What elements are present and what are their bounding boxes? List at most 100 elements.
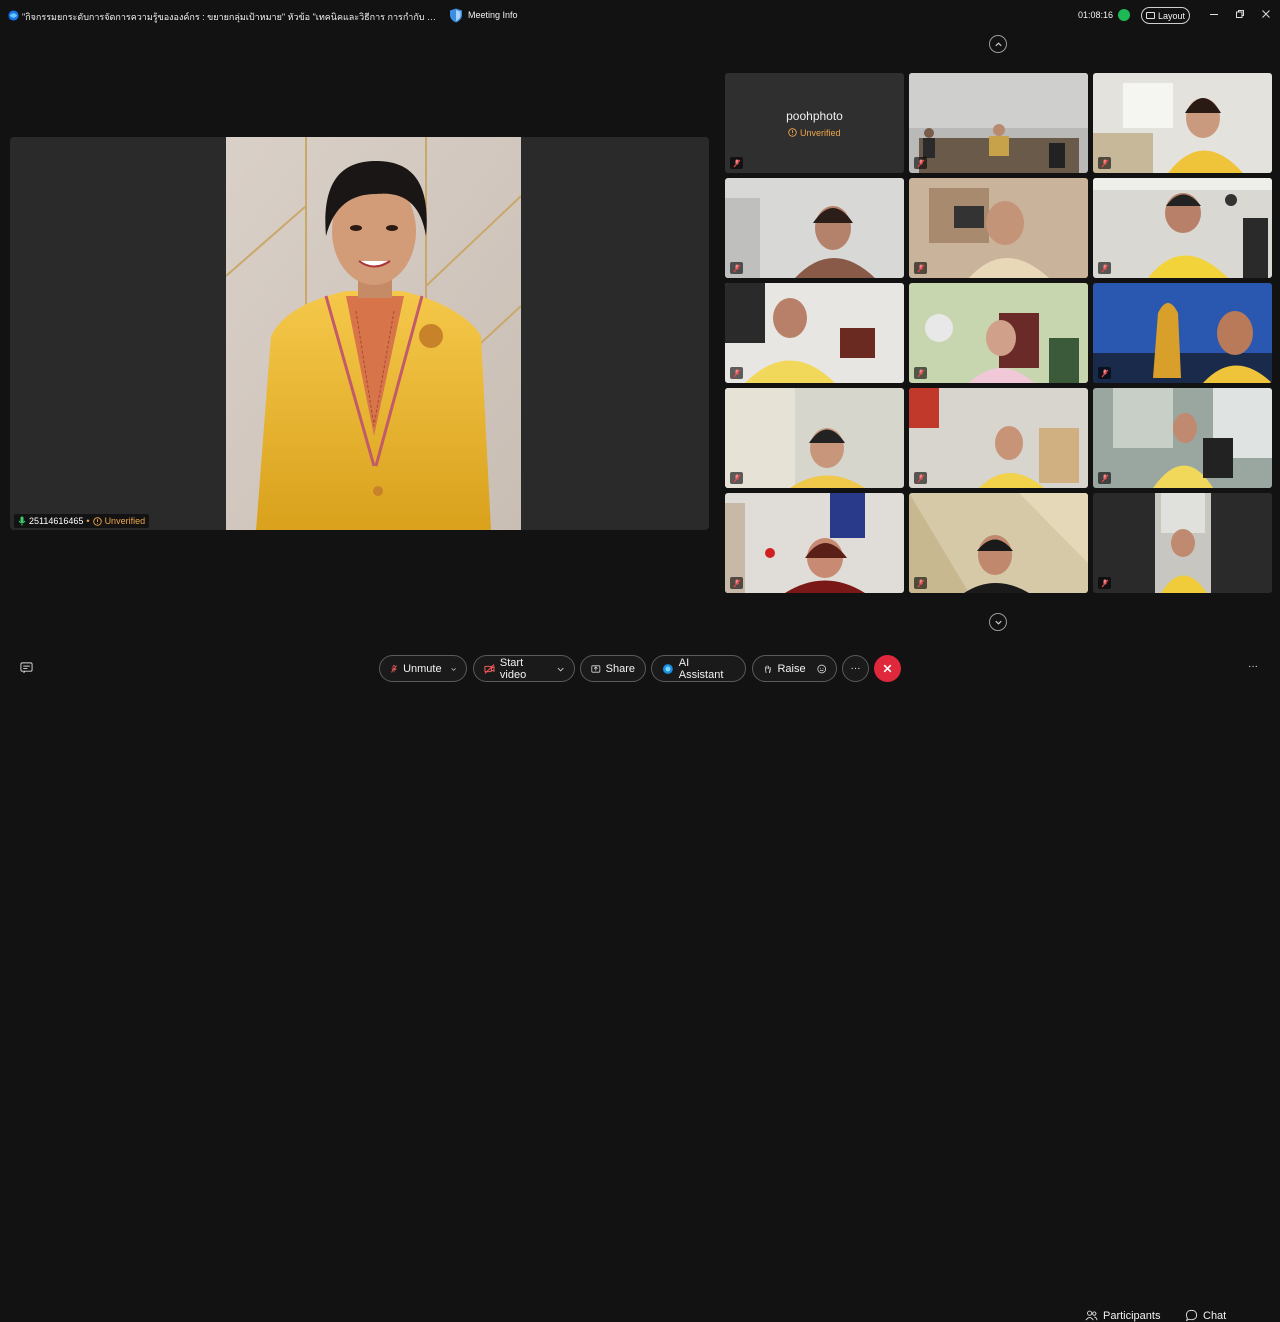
participant-name: poohphoto <box>786 109 843 123</box>
muted-mic-icon <box>730 262 743 274</box>
participant-tile[interactable] <box>909 178 1088 278</box>
muted-mic-icon <box>1098 157 1111 169</box>
layout-icon <box>1145 12 1155 19</box>
chevron-down-icon[interactable] <box>557 665 564 673</box>
speaker-status: Unverified <box>104 516 146 526</box>
ai-assistant-icon <box>662 663 673 674</box>
captions-icon[interactable] <box>20 661 33 674</box>
muted-mic-icon <box>914 367 927 379</box>
layout-button[interactable]: Layout <box>1141 7 1190 24</box>
unmute-label: Unmute <box>403 662 442 675</box>
participant-tile[interactable] <box>1093 73 1272 173</box>
participant-tile[interactable] <box>725 283 904 383</box>
participant-tile[interactable] <box>1093 388 1272 488</box>
muted-mic-icon <box>730 577 743 589</box>
participant-tile[interactable] <box>909 73 1088 173</box>
participant-video <box>909 178 1088 278</box>
chevron-down-icon[interactable] <box>451 665 456 673</box>
participant-video <box>909 493 1088 593</box>
participant-tile[interactable] <box>1093 493 1272 593</box>
layout-label: Layout <box>1157 10 1186 21</box>
participants-button[interactable]: Participants <box>1085 1309 1160 1322</box>
active-speaker-video[interactable]: 25114616465 • Unverified <box>10 137 709 530</box>
restore-icon[interactable] <box>1233 9 1247 23</box>
chat-label: Chat <box>1203 1309 1227 1322</box>
separator-dot: • <box>86 516 90 526</box>
muted-mic-icon <box>730 157 743 169</box>
meeting-info-link[interactable]: Meeting Info <box>468 10 518 20</box>
ai-assistant-label: AI Assistant <box>678 656 724 681</box>
muted-mic-icon <box>1098 472 1111 484</box>
more-options-button[interactable]: ··· <box>842 655 869 682</box>
unverified-icon <box>92 516 102 526</box>
meeting-toolbar: Unmute Start video Share AI Assistant Ra… <box>0 648 1280 1322</box>
scroll-down-button[interactable] <box>989 613 1007 631</box>
participant-video <box>725 283 904 383</box>
minimize-icon[interactable] <box>1207 9 1221 23</box>
participants-icon <box>1085 1310 1098 1321</box>
speaker-name: 25114616465 <box>29 516 84 526</box>
close-icon <box>883 664 892 673</box>
participant-video <box>1093 493 1272 593</box>
muted-mic-icon <box>730 472 743 484</box>
participant-video <box>909 73 1088 173</box>
chevron-up-icon <box>994 41 1002 46</box>
start-video-label: Start video <box>499 656 527 681</box>
participant-video <box>725 388 904 488</box>
muted-mic-icon <box>914 157 927 169</box>
participant-status: Unverified <box>725 128 904 138</box>
participant-tile[interactable]: poohphoto Unverified <box>725 73 904 173</box>
overflow-menu-button[interactable]: ··· <box>1248 661 1258 672</box>
unmute-button[interactable]: Unmute <box>379 655 467 682</box>
muted-mic-icon <box>1098 577 1111 589</box>
security-status-icon <box>1118 9 1130 21</box>
video-off-icon <box>484 663 495 674</box>
mic-on-icon <box>18 516 26 526</box>
raise-label: Raise <box>777 662 806 675</box>
meeting-timer: 01:08:16 <box>1078 10 1114 20</box>
participant-tile[interactable] <box>725 178 904 278</box>
participant-video <box>725 493 904 593</box>
participant-video <box>1093 388 1272 488</box>
title-bar: "กิจกรรมยกระดับการจัดการความรู้ขององค์กร… <box>0 0 1280 32</box>
share-label: Share <box>605 662 635 675</box>
participant-tile[interactable] <box>725 493 904 593</box>
participant-video <box>725 178 904 278</box>
participant-tile[interactable] <box>909 283 1088 383</box>
share-screen-icon <box>591 664 601 673</box>
ai-assistant-button[interactable]: AI Assistant <box>651 655 746 682</box>
speaker-name-tag: 25114616465 • Unverified <box>14 514 150 528</box>
participant-video <box>1093 178 1272 278</box>
leave-meeting-button[interactable] <box>874 655 901 682</box>
webex-logo-icon <box>8 10 19 21</box>
participant-tile[interactable] <box>909 493 1088 593</box>
start-video-button[interactable]: Start video <box>473 655 575 682</box>
reactions-icon[interactable] <box>816 663 826 675</box>
participant-tile[interactable] <box>1093 178 1272 278</box>
shield-icon[interactable] <box>449 8 463 23</box>
participant-tile[interactable] <box>725 388 904 488</box>
muted-mic-icon <box>914 577 927 589</box>
participant-video <box>909 283 1088 383</box>
participant-tile[interactable] <box>1093 283 1272 383</box>
participant-tile[interactable] <box>909 388 1088 488</box>
chat-button[interactable]: Chat <box>1185 1309 1226 1322</box>
unverified-icon <box>788 128 798 137</box>
raise-hand-button[interactable]: Raise <box>752 655 837 682</box>
close-icon[interactable] <box>1259 9 1273 23</box>
chevron-down-icon <box>994 620 1002 625</box>
raise-hand-icon <box>764 664 771 673</box>
muted-mic-icon <box>914 262 927 274</box>
scroll-up-button[interactable] <box>989 35 1007 53</box>
participant-video <box>909 388 1088 488</box>
participants-label: Participants <box>1103 1309 1161 1322</box>
overflow-label: ··· <box>1248 661 1258 672</box>
share-button[interactable]: Share <box>580 655 646 682</box>
mic-muted-icon <box>391 664 398 673</box>
muted-mic-icon <box>730 367 743 379</box>
participant-status-label: Unverified <box>799 128 841 138</box>
meeting-title: "กิจกรรมยกระดับการจัดการความรู้ขององค์กร… <box>22 12 437 22</box>
muted-mic-icon <box>914 472 927 484</box>
participant-video <box>1093 283 1272 383</box>
participant-video <box>1093 73 1272 173</box>
